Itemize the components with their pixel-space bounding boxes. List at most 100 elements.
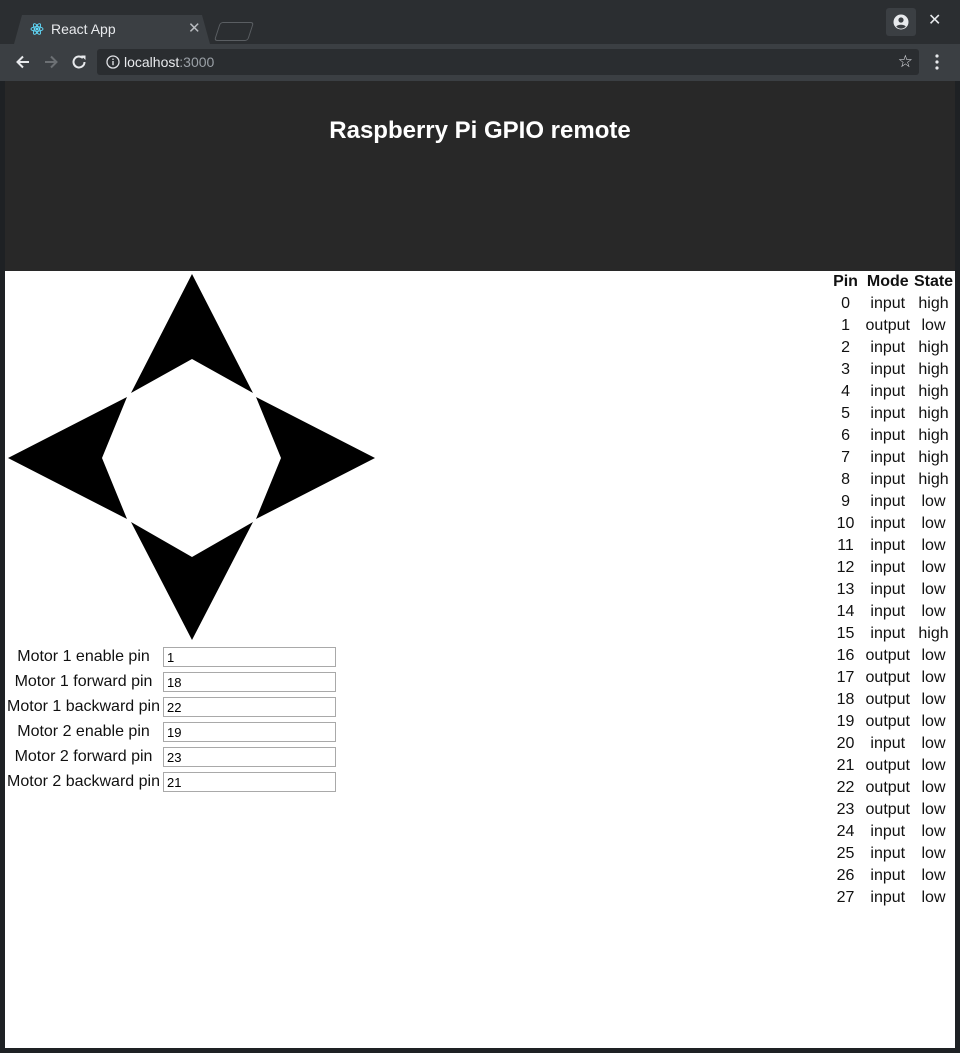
- pin-cell: 4: [841, 383, 850, 400]
- tab-close-icon[interactable]: ✕: [188, 19, 201, 37]
- state-cell: high: [918, 471, 949, 488]
- state-cell: high: [918, 427, 949, 444]
- state-cell: high: [918, 625, 949, 642]
- table-row: 7 input high: [828, 447, 955, 469]
- state-cell: high: [918, 339, 949, 356]
- mode-cell: input: [870, 845, 906, 862]
- table-row: 6 input high: [828, 425, 955, 447]
- mode-cell: input: [870, 603, 906, 620]
- table-row: 27 input low: [828, 887, 955, 909]
- page-viewport: Raspberry Pi GPIO remote Motor 1 enable …: [5, 81, 955, 1048]
- motor-pin-input[interactable]: [163, 697, 336, 717]
- pin-cell: 25: [836, 845, 855, 862]
- pin-cell: 20: [836, 735, 855, 752]
- table-row: 4 input high: [828, 381, 955, 403]
- profile-button[interactable]: [886, 8, 916, 36]
- react-icon: [30, 23, 44, 35]
- mode-cell: input: [870, 823, 906, 840]
- mode-cell: output: [865, 691, 910, 708]
- table-row: 11 input low: [828, 535, 955, 557]
- state-cell: low: [921, 757, 946, 774]
- motor-pin-input[interactable]: [163, 672, 336, 692]
- address-bar[interactable]: localhost:3000 ☆: [97, 49, 919, 75]
- gpio-header-row: Pin Mode State: [828, 271, 955, 293]
- pin-cell: 10: [836, 515, 855, 532]
- state-cell: low: [921, 515, 946, 532]
- mode-cell: output: [865, 757, 910, 774]
- pin-cell: 27: [836, 889, 855, 906]
- arrow-left-icon[interactable]: [13, 52, 33, 72]
- table-row: 3 input high: [828, 359, 955, 381]
- state-cell: low: [921, 493, 946, 510]
- gpio-table: Pin Mode State 0 input high 1 output low 2 inpu…: [828, 271, 955, 909]
- state-cell: high: [918, 405, 949, 422]
- mode-cell: input: [870, 361, 906, 378]
- reload-icon[interactable]: [69, 52, 89, 72]
- browser-toolbar: localhost:3000 ☆: [0, 44, 960, 81]
- mode-cell: input: [870, 735, 906, 752]
- arrow-right-button[interactable]: [256, 397, 375, 519]
- table-row: 19 output low: [828, 711, 955, 733]
- state-cell: low: [921, 669, 946, 686]
- mode-cell: input: [870, 383, 906, 400]
- mode-cell: input: [870, 471, 906, 488]
- motor-pin-row: Motor 2 forward pin: [5, 747, 345, 772]
- column-header-state: State: [913, 273, 954, 290]
- arrow-down-button[interactable]: [131, 522, 253, 640]
- motor-pin-label: Motor 2 enable pin: [17, 723, 150, 740]
- pin-cell: 18: [836, 691, 855, 708]
- motor-pin-row: Motor 1 enable pin: [5, 647, 345, 672]
- pin-cell: 24: [836, 823, 855, 840]
- pin-cell: 11: [837, 537, 854, 554]
- table-row: 8 input high: [828, 469, 955, 491]
- window-close-icon[interactable]: ✕: [928, 10, 941, 30]
- state-cell: low: [921, 317, 946, 334]
- mode-cell: output: [865, 317, 910, 334]
- url-port: :3000: [179, 54, 215, 70]
- motor-pin-label: Motor 1 enable pin: [17, 648, 150, 665]
- table-row: 14 input low: [828, 601, 955, 623]
- browser-tab[interactable]: React App ✕: [14, 15, 210, 44]
- arrow-right-icon[interactable]: [41, 52, 61, 72]
- state-cell: low: [921, 779, 946, 796]
- star-icon[interactable]: ☆: [898, 52, 913, 72]
- pin-cell: 5: [841, 405, 850, 422]
- motor-pin-input[interactable]: [163, 647, 336, 667]
- mode-cell: input: [870, 889, 906, 906]
- table-row: 13 input low: [828, 579, 955, 601]
- motor-pin-input[interactable]: [163, 747, 336, 767]
- motor-pin-input[interactable]: [163, 722, 336, 742]
- mode-cell: input: [870, 867, 906, 884]
- state-cell: high: [918, 383, 949, 400]
- pin-cell: 17: [836, 669, 855, 686]
- state-cell: low: [921, 581, 946, 598]
- pin-cell: 0: [841, 295, 850, 312]
- arrow-left-button[interactable]: [8, 397, 127, 519]
- motor-pin-input[interactable]: [163, 772, 336, 792]
- arrow-up-button[interactable]: [131, 274, 253, 393]
- pin-cell: 13: [836, 581, 855, 598]
- new-tab-button[interactable]: [213, 22, 255, 41]
- mode-cell: input: [870, 405, 906, 422]
- pin-cell: 1: [841, 317, 850, 334]
- mode-cell: output: [865, 801, 910, 818]
- motor-pin-row: Motor 1 forward pin: [5, 672, 345, 697]
- table-row: 5 input high: [828, 403, 955, 425]
- state-cell: low: [921, 647, 946, 664]
- column-header-pin: Pin: [833, 273, 858, 290]
- motor-pin-label: Motor 1 backward pin: [7, 698, 160, 715]
- mode-cell: input: [870, 559, 906, 576]
- gpio-table-head: Pin Mode State: [828, 271, 955, 293]
- table-row: 22 output low: [828, 777, 955, 799]
- state-cell: low: [921, 603, 946, 620]
- table-row: 1 output low: [828, 315, 955, 337]
- pin-cell: 19: [836, 713, 855, 730]
- pin-cell: 21: [836, 757, 855, 774]
- kebab-menu-icon[interactable]: [935, 54, 939, 70]
- column-header-mode: Mode: [866, 273, 909, 290]
- account-icon: [893, 14, 909, 30]
- pin-cell: 9: [841, 493, 850, 510]
- state-cell: high: [918, 449, 949, 466]
- info-icon[interactable]: [106, 55, 120, 69]
- pin-cell: 15: [836, 625, 855, 642]
